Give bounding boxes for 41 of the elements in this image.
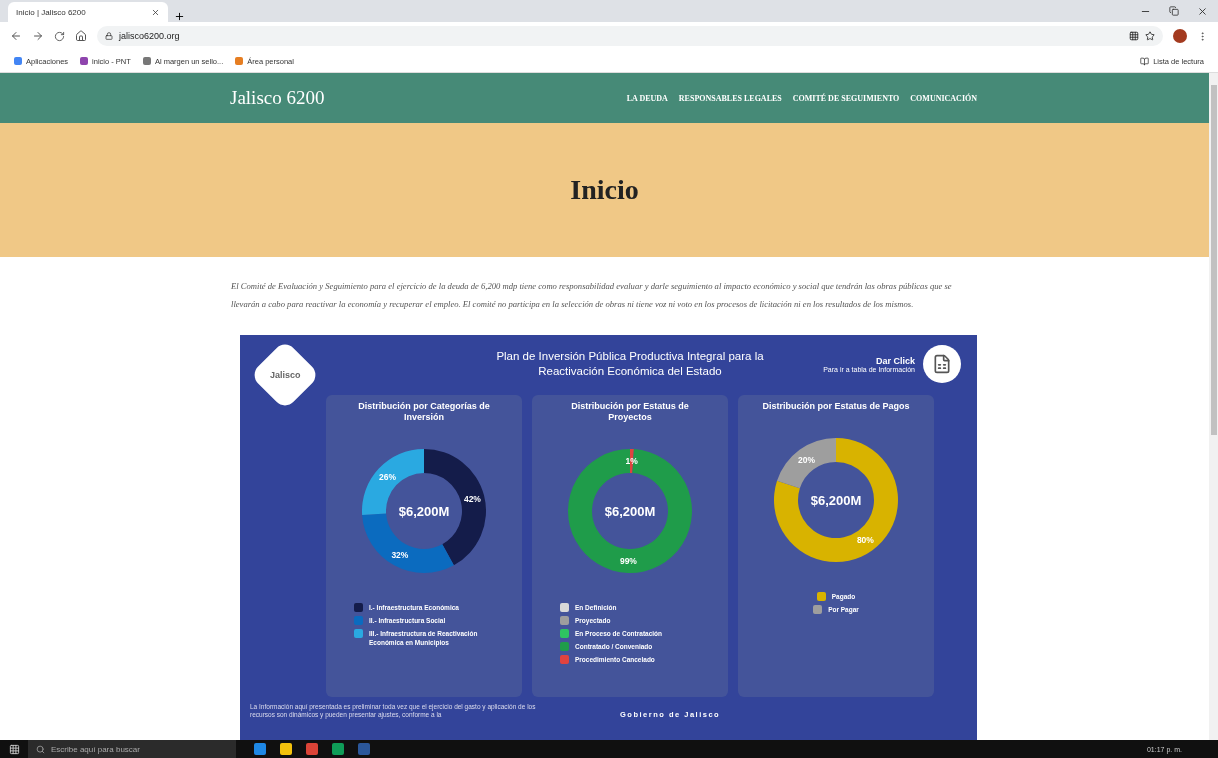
nav-link[interactable]: LA DEUDA — [626, 93, 668, 103]
page-title: Inicio — [570, 174, 639, 206]
chart-title: Distribución por Estatus de Proyectos — [570, 401, 690, 423]
home-icon[interactable] — [75, 30, 87, 42]
new-tab-icon[interactable] — [174, 11, 185, 22]
forward-icon[interactable] — [32, 30, 44, 42]
avatar-icon[interactable] — [1173, 29, 1187, 43]
percent-label: 32% — [391, 549, 409, 560]
percent-label: 99% — [619, 556, 637, 566]
chart-title: Distribución por Estatus de Pagos — [761, 401, 911, 412]
browser-tab[interactable]: Inicio | Jalisco 6200 — [8, 2, 168, 22]
site-brand[interactable]: Jalisco 6200 — [230, 87, 325, 109]
taskbar-app-icon[interactable] — [280, 743, 292, 755]
restore-icon[interactable] — [1169, 5, 1179, 16]
spreadsheet-icon[interactable] — [923, 345, 961, 383]
nav-link[interactable]: RESPONSABLES LEGALES — [678, 93, 782, 103]
scrollbar-thumb[interactable] — [1210, 85, 1217, 435]
chart-title: Distribución por Categorías de Inversión — [357, 401, 491, 423]
back-icon[interactable] — [10, 30, 22, 42]
address-bar[interactable]: jalisco6200.org — [97, 26, 1163, 46]
percent-label: 26% — [379, 471, 397, 482]
nav-link[interactable]: COMITÉ DE SEGUIMIENTO — [792, 93, 900, 103]
percent-label: 42% — [463, 493, 481, 504]
search-icon — [36, 744, 45, 754]
close-icon[interactable] — [1197, 5, 1208, 17]
percent-label: 20% — [798, 454, 816, 465]
close-icon[interactable] — [151, 7, 160, 17]
taskbar-app-icon[interactable] — [306, 743, 318, 755]
dashboard-title: Plan de Inversión Pública Productiva Integral para la Reactivación Económica del Estado — [495, 349, 765, 379]
donut-total: $6,200M — [604, 504, 656, 519]
taskbar-app-icon[interactable] — [332, 743, 344, 755]
search-field[interactable]: Escribe aquí para buscar — [28, 740, 236, 758]
donut-total: $6,200M — [810, 493, 862, 508]
taskbar-app-icon[interactable] — [254, 743, 266, 755]
donut-total: $6,200M — [398, 504, 450, 519]
percent-label: 80% — [856, 535, 874, 546]
reload-icon[interactable] — [54, 30, 65, 42]
intro-paragraph: El Comité de Evaluación y Seguimiento para el ejercicio de la deuda de 6,200 mdp tiene como responsabilidad evaluar y darle seguimiento al impacto económico y social que tendrán las obras públicas que se llevarán a cabo para reactivar la economía y recuperar el empleo. El comité no participa en la selección de obras ni tiene voz ni voto en los procesos de licitación ni en los resultados de los mismos. — [231, 280, 953, 311]
book-icon — [1140, 56, 1150, 66]
cta-link[interactable]: Dar Click — [823, 355, 915, 366]
nav-link[interactable]: COMUNICACIÓN — [910, 93, 977, 103]
